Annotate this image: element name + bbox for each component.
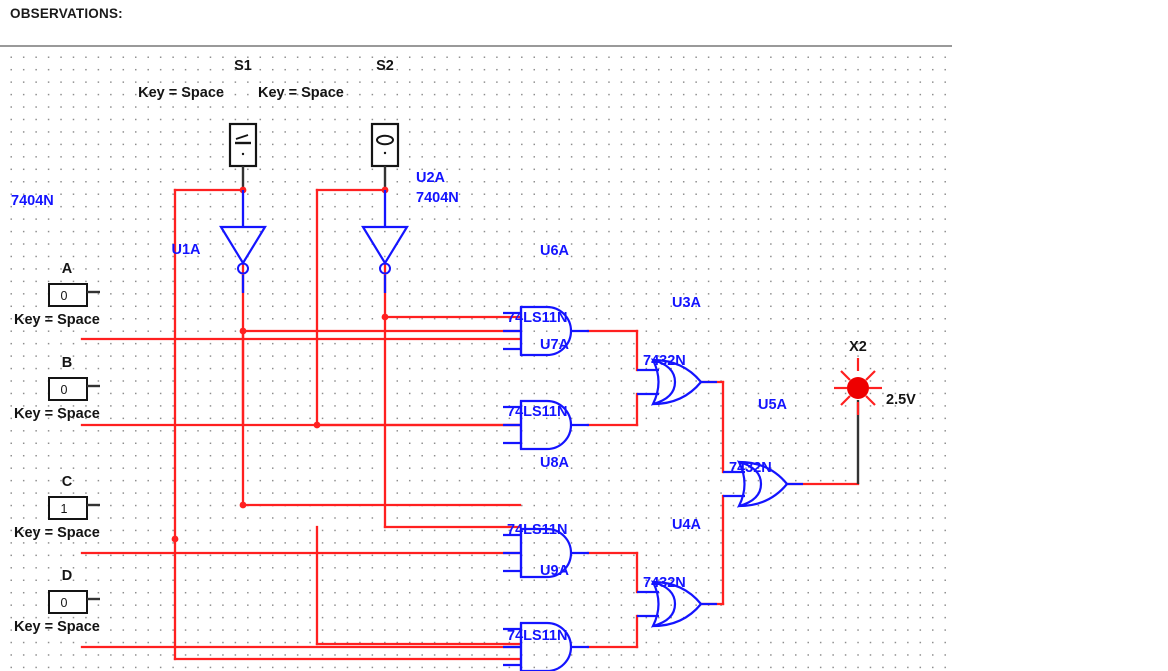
or-gate-u4a[interactable]: U4A 7432N (635, 517, 719, 628)
input-b-key: Key = Space (14, 406, 100, 422)
lamp-x2-ref: X2 (849, 339, 867, 355)
lamp-x2-rating: 2.5V (886, 392, 916, 408)
or-gate-u3a-ref: U3A (672, 295, 702, 311)
inverter-u1a-ref: U1A (171, 242, 201, 258)
and-gate-u7a-ref: U7A (540, 337, 570, 353)
input-switch-a[interactable]: A 0 Key = Space (14, 261, 100, 328)
inverter-u2a-part: 7404N (416, 190, 459, 206)
input-d-name: D (62, 568, 72, 584)
switch-s1[interactable] (228, 122, 258, 190)
input-a-name: A (62, 261, 73, 277)
switch-s2-ref: S2 (376, 58, 394, 74)
input-d-key: Key = Space (14, 619, 100, 635)
and-gate-u8a[interactable]: U8A 74LS11N (501, 455, 591, 579)
and-gate-u9a-ref: U9A (540, 563, 570, 579)
or-gate-u5a-part: 7432N (729, 460, 772, 476)
and-gate-u8a-part: 74LS11N (507, 522, 567, 538)
inverter-u2a[interactable]: U2A 7404N (361, 170, 459, 293)
or-gate-u3a-part: 7432N (643, 353, 686, 369)
input-a-value: 0 (61, 289, 68, 303)
input-switch-c[interactable]: C 1 Key = Space (14, 474, 100, 541)
input-b-value: 0 (61, 383, 68, 397)
wire-network-red (80, 188, 860, 661)
input-d-value: 0 (61, 596, 68, 610)
switch-s2[interactable] (370, 122, 400, 190)
and-gate-u7a-part: 74LS11N (507, 404, 567, 420)
lamp-x2[interactable]: X2 2.5V (834, 339, 916, 484)
and-gate-u6a-part: 74LS11N (507, 310, 567, 326)
and-gate-u7a[interactable]: U7A 74LS11N (501, 337, 591, 451)
wire-junctions (171, 186, 389, 543)
or-gate-u5a[interactable]: U5A 7432N (721, 397, 805, 508)
inverter-u1a[interactable]: U1A (171, 190, 267, 293)
page-title: OBSERVATIONS: (10, 6, 123, 21)
and-gate-u9a-part: 74LS11N (507, 628, 567, 644)
and-gate-u6a-ref: U6A (540, 243, 570, 259)
and-gate-u8a-ref: U8A (540, 455, 570, 471)
input-switch-d[interactable]: D 0 Key = Space (14, 568, 100, 635)
and-gate-u9a[interactable]: U9A 74LS11N (501, 563, 591, 671)
input-c-value: 1 (61, 502, 68, 516)
switch-s2-key: Key = Space (258, 85, 344, 101)
inverter-u1a-part: 7404N (11, 193, 54, 209)
or-gate-u4a-ref: U4A (672, 517, 702, 533)
or-gate-u5a-ref: U5A (758, 397, 788, 413)
or-gate-u3a[interactable]: U3A 7432N (635, 295, 719, 406)
input-c-name: C (62, 474, 73, 490)
input-switch-b[interactable]: B 0 Key = Space (14, 355, 100, 422)
input-b-name: B (62, 355, 72, 371)
or-gate-u4a-part: 7432N (643, 575, 686, 591)
switch-s1-key: Key = Space (138, 85, 224, 101)
input-c-key: Key = Space (14, 525, 100, 541)
switch-s1-ref: S1 (234, 58, 252, 74)
lamp-bulb-icon (847, 377, 869, 399)
input-a-key: Key = Space (14, 312, 100, 328)
inverter-u2a-ref: U2A (416, 170, 446, 186)
schematic-canvas[interactable]: U1A U2A 7404N 7404N U6A 74LS11N U7A 74LS… (0, 47, 946, 671)
